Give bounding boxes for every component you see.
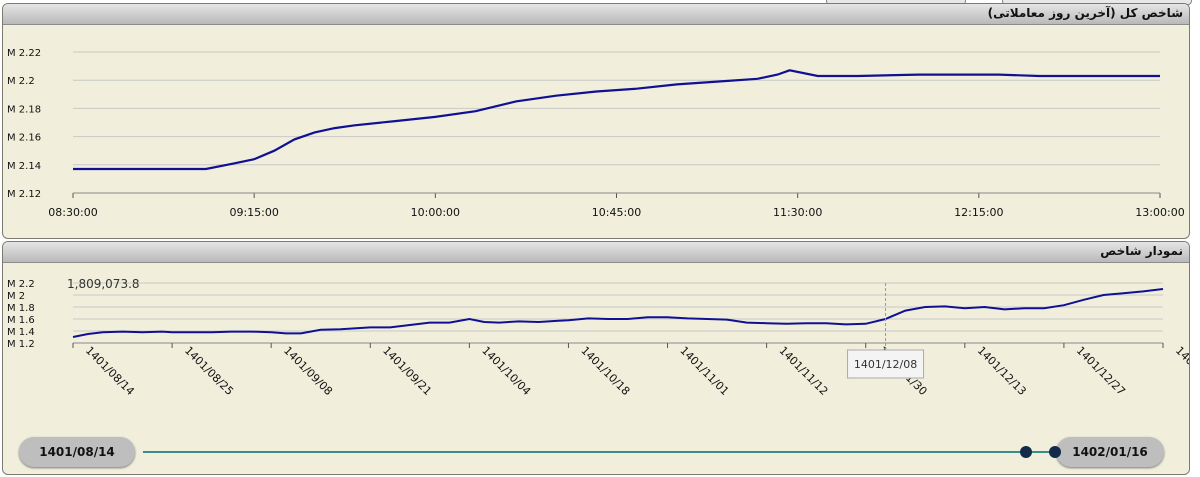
x-tick-label: 1401/08/14 xyxy=(83,344,137,398)
x-tick-label: 1401/09/21 xyxy=(380,344,434,398)
x-tick-label: 1401/11/01 xyxy=(677,344,731,398)
range-start-label[interactable]: 1401/08/14 xyxy=(19,437,135,467)
history-line xyxy=(72,288,1164,338)
index-line xyxy=(73,69,1160,171)
y-tick-label: M 1.8 xyxy=(7,303,35,314)
x-tick-label: 09:15:00 xyxy=(229,206,278,219)
x-tick-label: 10:45:00 xyxy=(592,206,641,219)
y-tick-label: M 2 xyxy=(7,291,25,302)
x-tick-label: 08:30:00 xyxy=(48,206,97,219)
y-tick-label: M 2.2 xyxy=(7,76,35,87)
x-tick-label: 1401/08/25 xyxy=(182,344,236,398)
index-history-panel: نمودار شاخص M 2.2 M 2M 1.8 M 1.6 M 1.4 M 1.2… xyxy=(2,241,1190,475)
y-tick-label: M 1.6 xyxy=(7,315,35,326)
hover-tooltip-date: 1401/12/08 xyxy=(854,358,917,371)
index-history-chart[interactable]: M 2.2M 2M 1.8M 1.6M 1.4M 1.2 1401/08/14 14… xyxy=(3,263,1189,475)
x-tick-label: 12:15:00 xyxy=(954,206,1003,219)
panel-title: نمودار شاخص xyxy=(1100,244,1183,258)
y-tick-label: M 2.22 xyxy=(7,48,41,59)
intraday-index-chart[interactable]: M 2.22 M 2.2 M 2.18 M 2.16 M 2.14 M 2.12 08:30… xyxy=(3,25,1189,239)
x-tick-label: 1402/01/16 xyxy=(1173,344,1189,398)
x-tick-label: 13:00:00 xyxy=(1135,206,1184,219)
x-tick-label: 1401/11/12 xyxy=(777,344,831,398)
intraday-index-panel: شاخص کل (آخرین روز معاملاتی) M 2.22 M 2.2… xyxy=(2,3,1190,239)
x-tick-label: 1401/12/13 xyxy=(975,344,1029,398)
panel-header: شاخص کل (آخرین روز معاملاتی) xyxy=(3,4,1189,25)
x-tick-label: 10:00:00 xyxy=(411,206,460,219)
y-tick-label: M 1.4 xyxy=(7,327,35,338)
range-slider-track[interactable] xyxy=(143,451,1054,453)
x-tick-label: 1401/12/27 xyxy=(1074,344,1128,398)
y-tick-label: M 2.2 xyxy=(7,279,35,290)
y-tick-label: M 2.14 xyxy=(7,161,41,172)
range-slider-start-handle[interactable] xyxy=(1020,446,1032,458)
y-tick-label: M 2.18 xyxy=(7,104,41,115)
x-tick-label: 1401/09/08 xyxy=(281,344,335,398)
y-tick-label: M 2.12 xyxy=(7,189,41,200)
x-tick-label: 1401/10/04 xyxy=(479,344,533,398)
y-tick-label: M 2.16 xyxy=(7,133,41,144)
x-tick-label: 1401/10/18 xyxy=(578,344,632,398)
hover-value-label: 1,809,073.8 xyxy=(67,277,140,291)
y-tick-label: M 1.2 xyxy=(7,339,35,350)
range-slider-end-handle[interactable] xyxy=(1049,446,1061,458)
range-end-label[interactable]: 1402/01/16 xyxy=(1056,437,1164,467)
panel-header: نمودار شاخص xyxy=(3,242,1189,263)
panel-title: شاخص کل (آخرین روز معاملاتی) xyxy=(987,6,1183,20)
x-tick-label: 11:30:00 xyxy=(773,206,822,219)
